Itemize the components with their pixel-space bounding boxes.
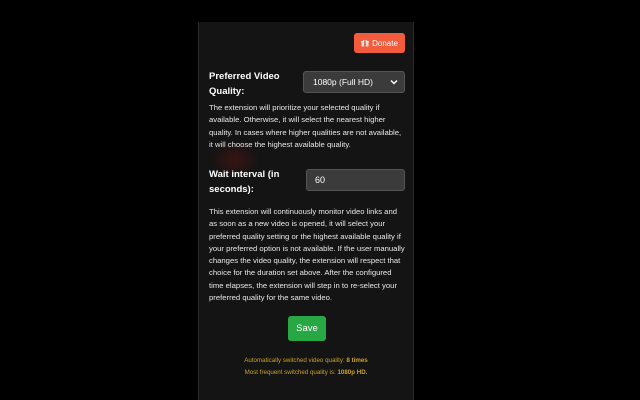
wait-interval-description: This extension will continuously monitor…	[209, 207, 405, 303]
quality-select-value: 1080p (Full HD)	[313, 77, 373, 87]
donate-label: Donate	[372, 38, 398, 48]
chevron-down-icon	[390, 80, 398, 85]
quality-select[interactable]: 1080p (Full HD)	[303, 71, 405, 93]
quality-description: The extension will prioritize your selec…	[209, 103, 402, 149]
frequent-quality-stat: Most frequent switched quality is: 1080p…	[199, 369, 413, 376]
save-button[interactable]: Save	[288, 316, 326, 341]
donate-button[interactable]: Donate	[354, 33, 405, 53]
gift-icon	[361, 39, 370, 47]
preferred-quality-label: Preferred Video Quality:	[209, 71, 280, 97]
frequent-quality-prefix: Most frequent switched quality is:	[244, 369, 338, 376]
wait-interval-value: 60	[315, 175, 326, 185]
switched-count-prefix: Automatically switched video quality:	[244, 357, 347, 364]
wait-interval-input[interactable]: 60	[306, 169, 405, 191]
switched-count-value: 8 times	[346, 357, 368, 364]
frequent-quality-value: 1080p HD.	[337, 369, 368, 376]
wait-interval-label: Wait interval (in seconds):	[209, 169, 280, 195]
switched-count-stat: Automatically switched video quality: 8 …	[199, 357, 413, 364]
